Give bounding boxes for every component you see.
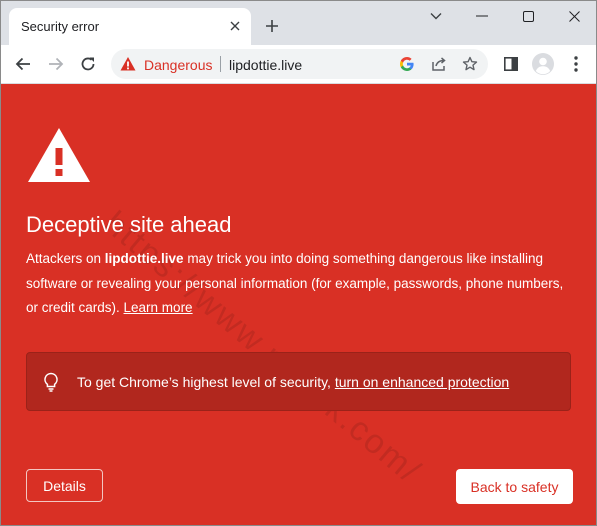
chevron-down-icon[interactable] [413, 1, 459, 31]
learn-more-link[interactable]: Learn more [124, 300, 193, 315]
details-button[interactable]: Details [26, 469, 103, 502]
tab-strip: Security error [1, 1, 596, 45]
avatar-icon[interactable] [531, 52, 555, 76]
promo-text: To get Chrome’s highest level of securit… [77, 374, 509, 390]
arrow-left-icon[interactable] [9, 50, 37, 78]
maximize-icon[interactable] [505, 1, 551, 31]
description-prefix: Attackers on [26, 251, 105, 266]
close-icon[interactable] [225, 16, 245, 36]
warning-description: Attackers on lipdottie.live may trick yo… [26, 247, 566, 321]
warning-triangle-icon[interactable] [120, 56, 136, 72]
minimize-icon[interactable] [459, 1, 505, 31]
tab-security-error[interactable]: Security error [9, 8, 251, 45]
plus-icon[interactable] [260, 14, 284, 38]
page-title: Deceptive site ahead [26, 212, 232, 237]
address-bar[interactable]: Dangerous lipdottie.live [111, 49, 488, 79]
kebab-menu-icon[interactable] [564, 52, 588, 76]
interstitial-page: https://www.pcrisk.com/ Deceptive site a… [1, 84, 596, 525]
side-panel-icon[interactable] [499, 52, 523, 76]
security-status-label[interactable]: Dangerous [144, 57, 213, 73]
enhanced-protection-link[interactable]: turn on enhanced protection [335, 374, 509, 390]
reload-icon[interactable] [74, 50, 102, 78]
omnibox-divider [220, 56, 221, 72]
google-icon[interactable] [397, 54, 417, 74]
enhanced-protection-promo: To get Chrome’s highest level of securit… [26, 352, 571, 411]
browser-toolbar: Dangerous lipdottie.live [1, 45, 596, 84]
arrow-right-icon[interactable] [42, 50, 70, 78]
url-text[interactable]: lipdottie.live [229, 57, 302, 73]
star-icon[interactable] [460, 54, 480, 74]
browser-window: Security error Dangerous lipdottie.live … [0, 0, 597, 526]
lightbulb-icon [42, 372, 60, 392]
site-name: lipdottie.live [104, 251, 184, 266]
window-close-icon[interactable] [551, 1, 596, 31]
warning-triangle-icon [26, 126, 92, 184]
back-to-safety-button[interactable]: Back to safety [456, 469, 573, 504]
tab-title: Security error [21, 19, 100, 34]
promo-label: To get Chrome’s highest level of securit… [77, 374, 335, 390]
share-icon[interactable] [429, 54, 449, 74]
